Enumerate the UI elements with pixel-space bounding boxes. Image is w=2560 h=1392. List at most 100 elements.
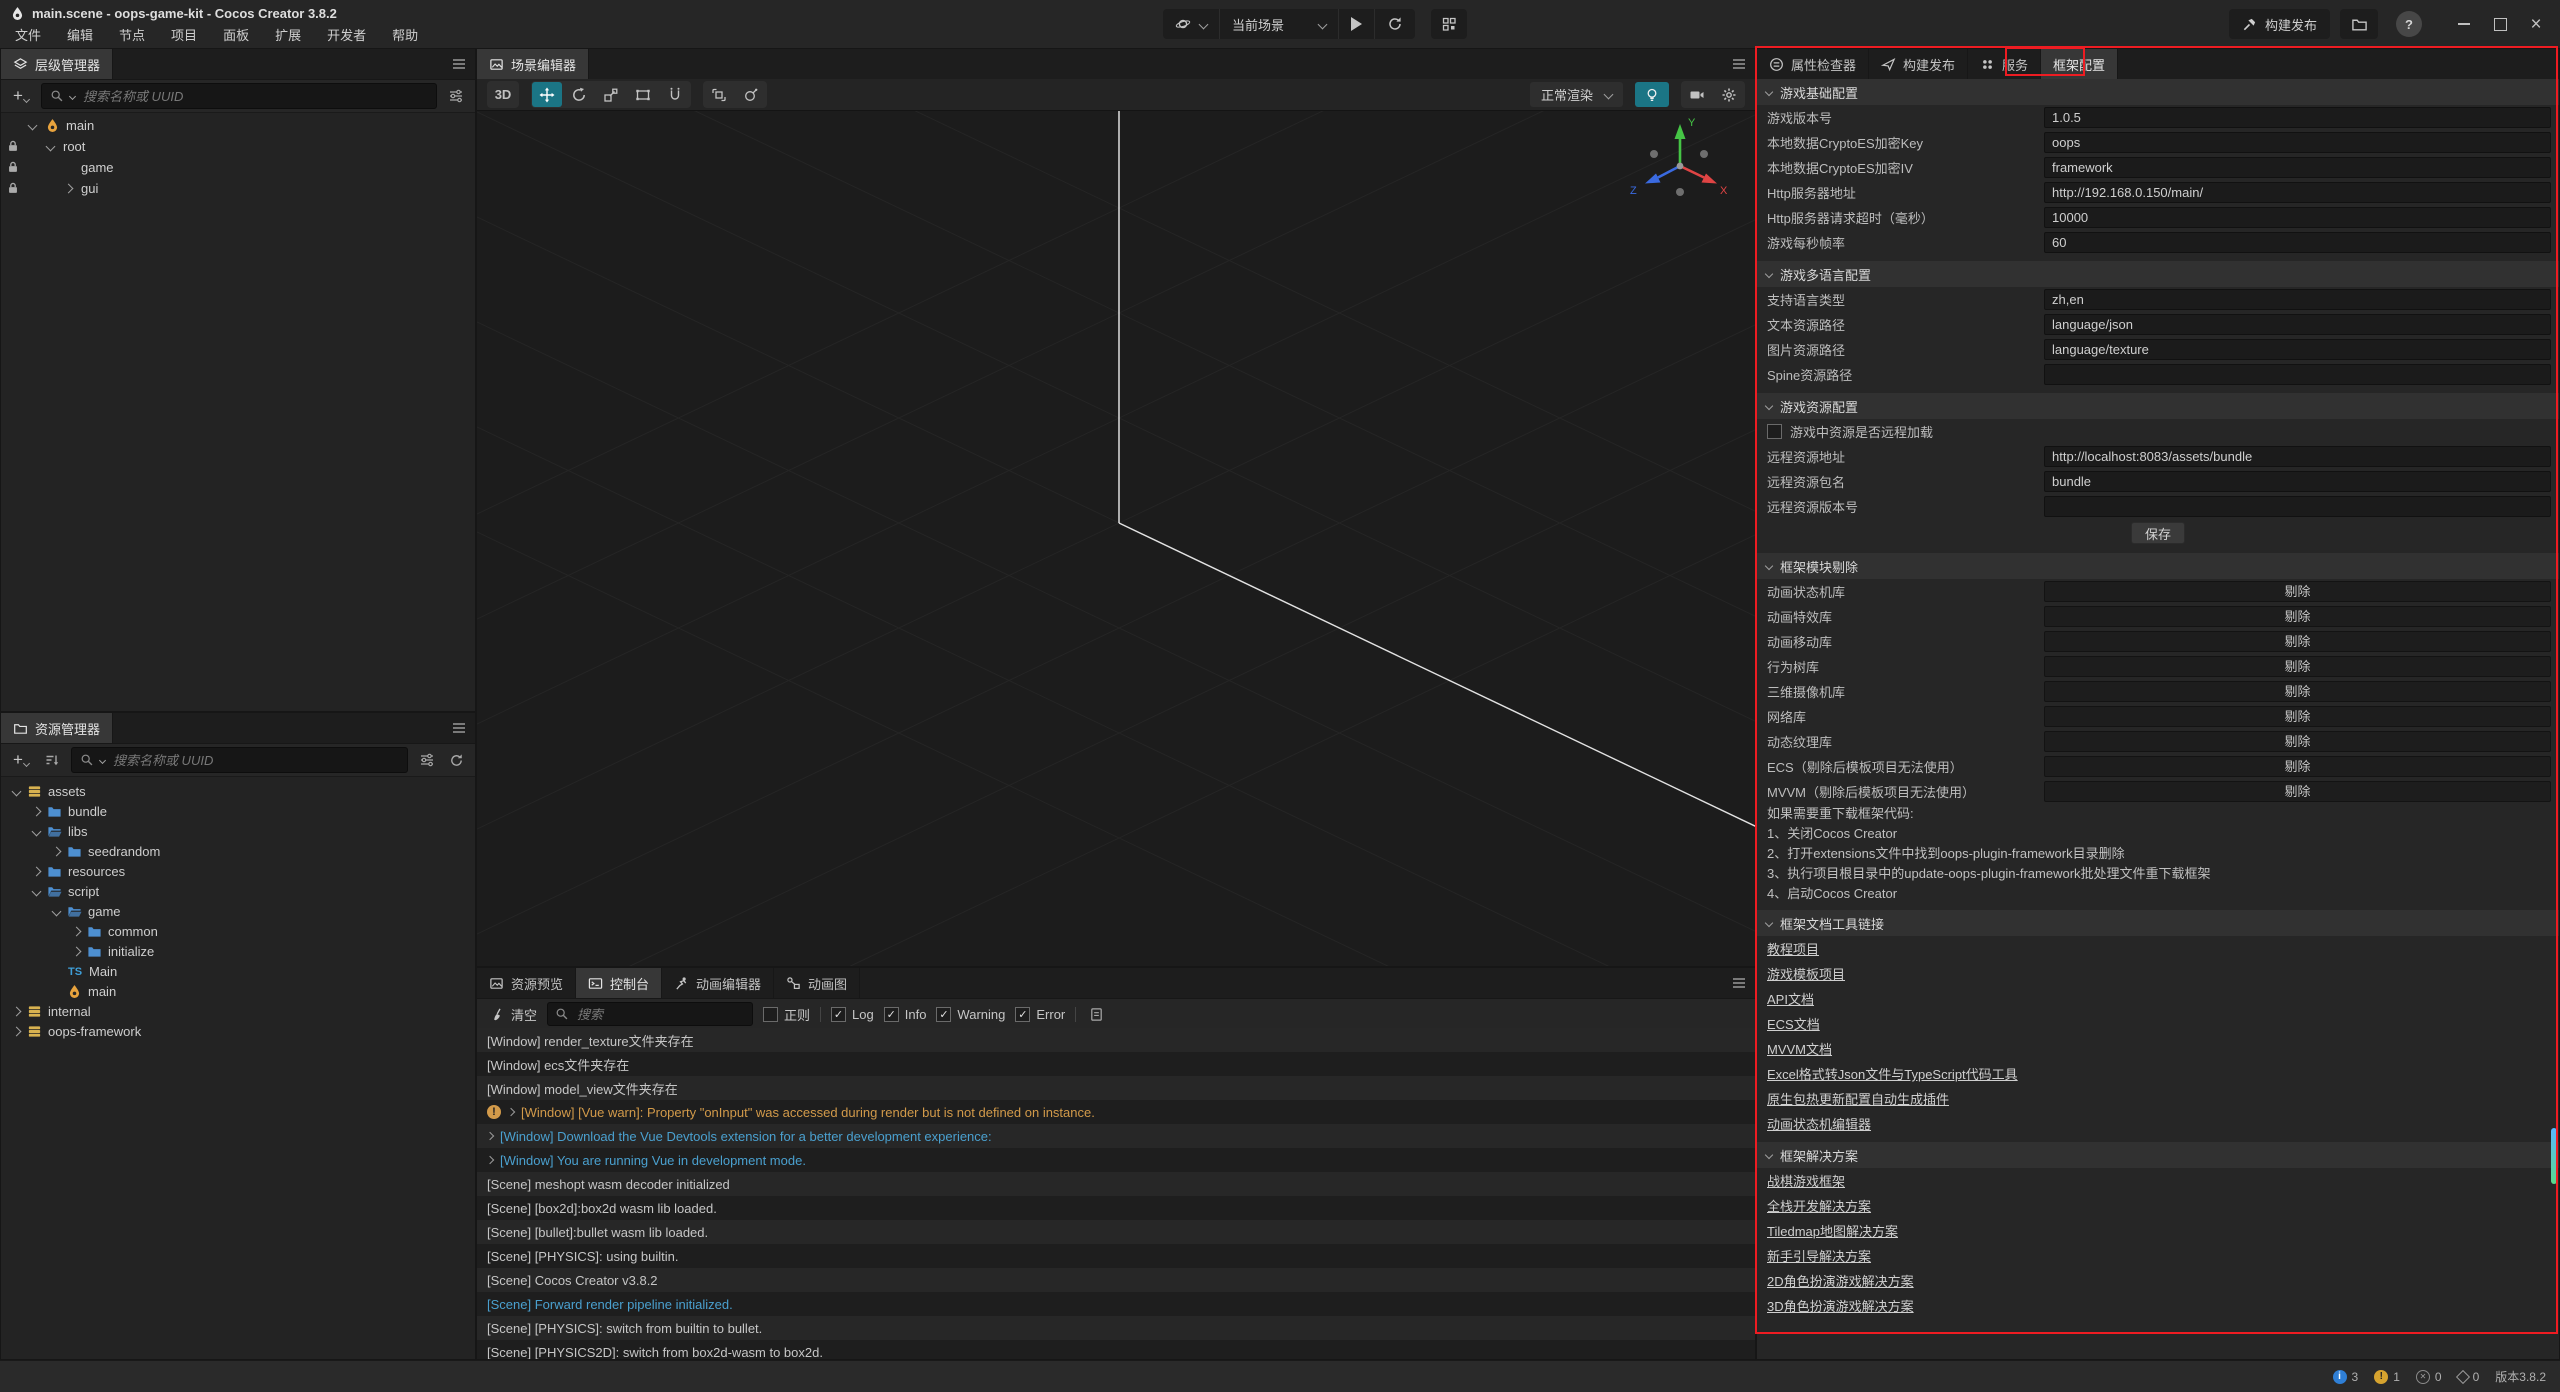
- remove-network-button[interactable]: 剔除: [2044, 706, 2551, 727]
- link-fullstack-solution[interactable]: 全栈开发解决方案: [1767, 1196, 1871, 1215]
- asset-row-script[interactable]: script: [1, 881, 475, 901]
- log-row-warning[interactable]: ! [Window] [Vue warn]: Property "onInput…: [477, 1100, 1755, 1124]
- fps-input[interactable]: [2044, 232, 2551, 253]
- link-tiledmap-solution[interactable]: Tiledmap地图解决方案: [1767, 1221, 1898, 1240]
- status-task-count[interactable]: 0: [2458, 1370, 2480, 1384]
- expand-toggle-icon[interactable]: [72, 946, 82, 956]
- remote-load-checkbox[interactable]: [1767, 424, 1782, 439]
- lang-texture-path-input[interactable]: [2044, 339, 2551, 360]
- tab-asset-preview[interactable]: 资源预览: [477, 968, 576, 998]
- remove-animator-button[interactable]: 剔除: [2044, 581, 2551, 602]
- ui-gizmo-button[interactable]: [660, 82, 690, 107]
- filter-warning[interactable]: ✓ Warning: [936, 1007, 1005, 1022]
- expand-toggle-icon[interactable]: [12, 1026, 22, 1036]
- expand-toggle-icon[interactable]: [32, 866, 42, 876]
- menu-developer[interactable]: 开发者: [314, 25, 379, 47]
- toggle-3d-button[interactable]: 3D: [488, 82, 518, 107]
- tree-node-root[interactable]: root: [1, 136, 475, 157]
- menu-node[interactable]: 节点: [106, 25, 158, 47]
- create-asset-button[interactable]: +: [9, 753, 33, 767]
- close-button[interactable]: ×: [2518, 9, 2554, 39]
- hierarchy-filter-button[interactable]: [445, 88, 467, 104]
- asset-row-main-ts[interactable]: Main: [1, 961, 475, 981]
- assets-refresh-button[interactable]: [446, 753, 467, 768]
- help-button[interactable]: ?: [2396, 11, 2422, 37]
- panel-menu-icon[interactable]: [1731, 56, 1747, 72]
- tab-framework-config[interactable]: 框架配置: [2041, 49, 2118, 79]
- remove-move-button[interactable]: 剔除: [2044, 631, 2551, 652]
- status-info-count[interactable]: i 3: [2333, 1370, 2359, 1384]
- scene-viewport[interactable]: Y X Z: [477, 111, 1755, 966]
- asset-row-main-scene[interactable]: main: [1, 981, 475, 1001]
- link-template-project[interactable]: 游戏模板项目: [1767, 964, 1845, 983]
- maximize-button[interactable]: [2482, 9, 2518, 39]
- lock-icon[interactable]: [6, 160, 20, 174]
- panel-menu-icon[interactable]: [451, 56, 467, 72]
- game-version-input[interactable]: [2044, 107, 2551, 128]
- link-api-docs[interactable]: API文档: [1767, 989, 1814, 1008]
- expand-toggle-icon[interactable]: [52, 846, 62, 856]
- remove-dynamic-texture-button[interactable]: 剔除: [2044, 731, 2551, 752]
- link-excel-tool[interactable]: Excel格式转Json文件与TypeScript代码工具: [1767, 1064, 2018, 1083]
- http-timeout-input[interactable]: [2044, 207, 2551, 228]
- log-row[interactable]: [Scene] [PHYSICS]: switch from builtin t…: [477, 1316, 1755, 1340]
- hierarchy-search-input[interactable]: [81, 88, 428, 105]
- expand-log-icon[interactable]: [486, 1132, 494, 1140]
- remote-url-input[interactable]: [2044, 446, 2551, 467]
- remote-bundle-input[interactable]: [2044, 471, 2551, 492]
- remote-version-input[interactable]: [2044, 496, 2551, 517]
- tab-animation-editor[interactable]: 动画编辑器: [662, 968, 774, 998]
- panel-menu-icon[interactable]: [1731, 975, 1747, 991]
- launch-scene-select[interactable]: 当前场景: [1219, 9, 1338, 39]
- asset-row-common[interactable]: common: [1, 921, 475, 941]
- menu-extension[interactable]: 扩展: [262, 25, 314, 47]
- menu-project[interactable]: 项目: [158, 25, 210, 47]
- assets-search-input[interactable]: [111, 752, 399, 769]
- asset-row-oops-framework[interactable]: oops-framework: [1, 1021, 475, 1041]
- log-row[interactable]: [Scene] [PHYSICS2D]: switch from box2d-w…: [477, 1340, 1755, 1359]
- preview-qr-button[interactable]: [1431, 9, 1467, 39]
- tab-services[interactable]: 服务: [1968, 49, 2041, 79]
- tab-scene-editor[interactable]: 场景编辑器: [477, 49, 589, 79]
- expand-toggle-icon[interactable]: [72, 926, 82, 936]
- expand-toggle-icon[interactable]: [28, 121, 38, 131]
- open-project-folder-button[interactable]: [2340, 9, 2378, 39]
- link-3d-rpg-solution[interactable]: 3D角色扮演游戏解决方案: [1767, 1296, 1914, 1315]
- status-warning-count[interactable]: ! 1: [2374, 1370, 2400, 1384]
- menu-edit[interactable]: 编辑: [54, 25, 106, 47]
- scene-light-toggle[interactable]: [1635, 82, 1669, 107]
- asset-row-game[interactable]: game: [1, 901, 475, 921]
- section-modules[interactable]: 框架模块剔除: [1757, 553, 2559, 579]
- asset-row-internal[interactable]: internal: [1, 1001, 475, 1021]
- remove-camera-button[interactable]: 剔除: [2044, 681, 2551, 702]
- expand-toggle-icon[interactable]: [46, 142, 56, 152]
- menu-panel[interactable]: 面板: [210, 25, 262, 47]
- link-mvvm-docs[interactable]: MVVM文档: [1767, 1039, 1832, 1058]
- scene-camera-button[interactable]: [1682, 82, 1712, 107]
- asset-row-libs[interactable]: libs: [1, 821, 475, 841]
- info-checkbox[interactable]: ✓: [884, 1007, 899, 1022]
- filter-error[interactable]: ✓ Error: [1015, 1007, 1065, 1022]
- asset-row-initialize[interactable]: initialize: [1, 941, 475, 961]
- rect-tool-button[interactable]: [628, 82, 658, 107]
- tab-assets[interactable]: 资源管理器: [1, 713, 113, 743]
- tab-hierarchy[interactable]: 层级管理器: [1, 49, 113, 79]
- clear-console-button[interactable]: 清空: [491, 1005, 537, 1024]
- link-hotupdate-plugin[interactable]: 原生包热更新配置自动生成插件: [1767, 1089, 1949, 1108]
- asset-row-assets[interactable]: assets: [1, 781, 475, 801]
- section-language[interactable]: 游戏多语言配置: [1757, 261, 2559, 287]
- tab-console[interactable]: 控制台: [576, 968, 662, 998]
- link-2d-rpg-solution[interactable]: 2D角色扮演游戏解决方案: [1767, 1271, 1914, 1290]
- view-gizmo[interactable]: Y X Z: [1625, 111, 1735, 221]
- asset-row-seedrandom[interactable]: seedrandom: [1, 841, 475, 861]
- filter-log[interactable]: ✓ Log: [831, 1007, 874, 1022]
- device-select[interactable]: [1163, 9, 1219, 39]
- lock-icon[interactable]: [6, 139, 20, 153]
- tree-node-main[interactable]: main: [1, 115, 475, 136]
- asset-row-bundle[interactable]: bundle: [1, 801, 475, 821]
- log-row[interactable]: [Window] ecs文件夹存在: [477, 1052, 1755, 1076]
- regex-toggle[interactable]: 正则: [763, 1005, 810, 1024]
- minimize-button[interactable]: [2446, 9, 2482, 39]
- tab-property-inspector[interactable]: 属性检查器: [1757, 49, 1869, 79]
- error-checkbox[interactable]: ✓: [1015, 1007, 1030, 1022]
